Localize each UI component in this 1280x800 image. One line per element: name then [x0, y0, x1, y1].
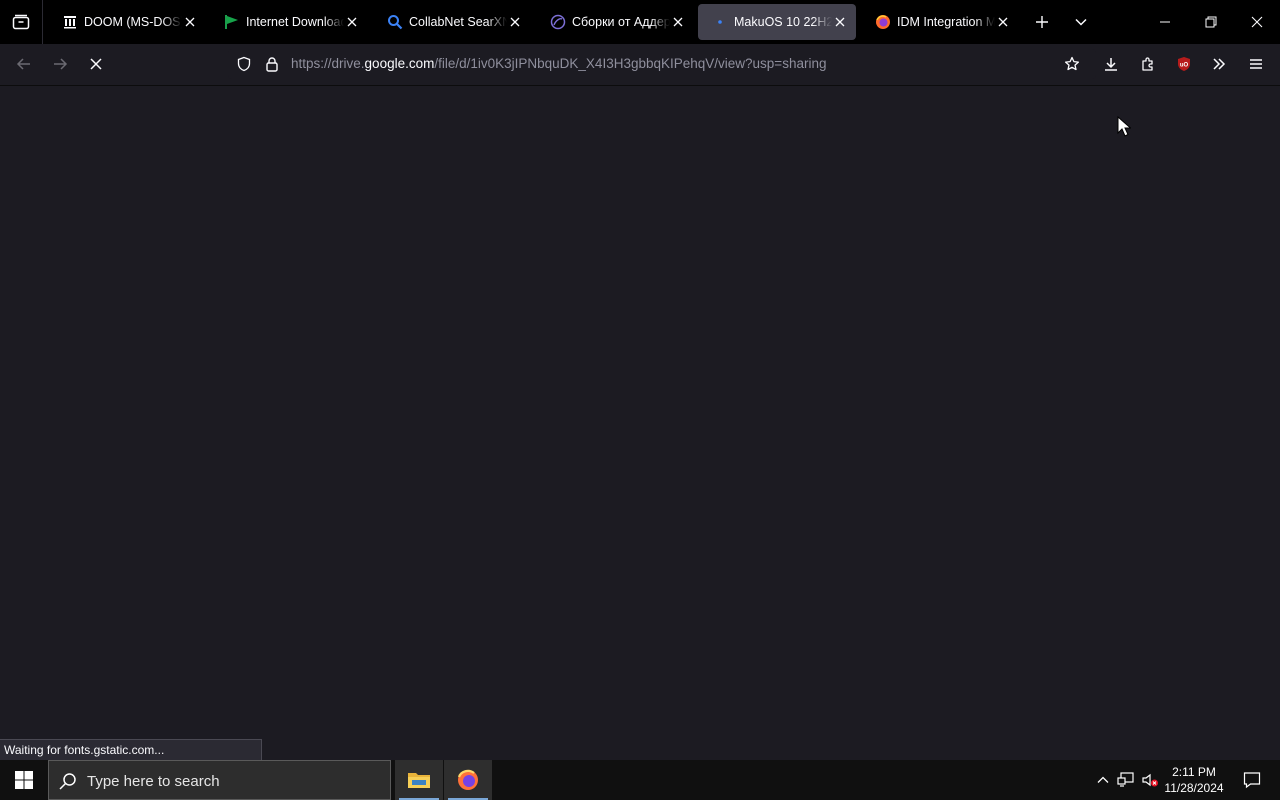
notification-speech-bubble-icon	[1243, 772, 1261, 789]
bookmark-star-icon[interactable]	[1064, 56, 1080, 72]
volume-muted-icon	[1142, 773, 1158, 787]
downloads-button[interactable]	[1095, 48, 1127, 80]
extensions-button[interactable]	[1132, 48, 1164, 80]
url-prefix: https://drive.	[291, 56, 365, 71]
application-menu-button[interactable]	[1240, 48, 1272, 80]
puzzle-piece-icon	[1142, 57, 1153, 71]
tab-doom[interactable]: DOOM (MS-DOS) :	[48, 4, 206, 40]
restore-button[interactable]	[1188, 0, 1234, 44]
tab-title: Сборки от Аддерли	[572, 15, 670, 29]
clock-date: 11/28/2024	[1164, 781, 1224, 795]
ublock-origin-button[interactable]: uO	[1168, 48, 1200, 80]
tab-title: MakuOS 10 22H2 V	[734, 15, 832, 29]
taskbar: 2:11 PM 11/28/2024	[0, 760, 1280, 800]
chevron-down-icon	[1075, 18, 1087, 26]
search-icon	[387, 14, 403, 30]
url-path: /file/d/1iv0K3jIPNbquDK_X4I3H3gbbqKIPehq…	[434, 56, 827, 71]
address-bar[interactable]: https://drive.google.com/file/d/1iv0K3jI…	[228, 49, 1096, 79]
archive-columns-icon	[62, 14, 78, 30]
windows-logo-icon	[15, 771, 33, 789]
page-content-area	[0, 86, 1280, 760]
tracking-protection-shield-icon[interactable]	[236, 56, 252, 72]
tab-title: Internet Download M	[246, 15, 344, 29]
more-tools-button[interactable]	[1203, 48, 1235, 80]
close-tab-icon[interactable]	[832, 14, 848, 30]
url-text[interactable]: https://drive.google.com/file/d/1iv0K3jI…	[291, 56, 826, 71]
mouse-cursor-icon	[1117, 116, 1131, 137]
firefox-view-icon	[12, 14, 30, 30]
svg-text:uO: uO	[1180, 63, 1189, 69]
forward-button[interactable]	[44, 48, 76, 80]
navigation-toolbar: https://drive.google.com/file/d/1iv0K3jI…	[0, 44, 1280, 86]
close-tab-icon[interactable]	[670, 14, 686, 30]
minimize-icon	[1160, 21, 1170, 23]
tab-idm-integration[interactable]: IDM Integration Mo	[861, 4, 1019, 40]
lock-icon[interactable]	[264, 56, 280, 72]
green-flag-icon	[224, 14, 240, 30]
file-explorer-taskbar-button[interactable]	[395, 760, 443, 800]
firefox-addon-icon	[875, 14, 891, 30]
tab-strip: DOOM (MS-DOS) : Internet Download M Coll…	[0, 0, 1280, 44]
tab-internet-download[interactable]: Internet Download M	[210, 4, 368, 40]
restore-icon	[1205, 16, 1217, 28]
close-tab-icon[interactable]	[507, 14, 523, 30]
search-icon	[59, 773, 76, 790]
url-host: google.com	[364, 56, 435, 71]
file-explorer-folder-icon	[408, 773, 430, 788]
show-hidden-icons-button[interactable]	[1093, 770, 1113, 790]
tab-title: DOOM (MS-DOS) :	[84, 15, 182, 29]
tab-makuos[interactable]: MakuOS 10 22H2 V	[698, 4, 856, 40]
firefox-taskbar-button[interactable]	[444, 760, 492, 800]
close-window-button[interactable]	[1234, 0, 1280, 44]
new-tab-button[interactable]	[1027, 0, 1057, 44]
minimize-button[interactable]	[1142, 0, 1188, 44]
volume-button[interactable]	[1140, 770, 1160, 790]
start-button[interactable]	[0, 760, 48, 800]
double-chevron-right-icon	[1213, 58, 1226, 70]
back-button[interactable]	[8, 48, 40, 80]
download-icon	[1105, 58, 1117, 71]
plus-icon	[1036, 16, 1048, 28]
stop-loading-button[interactable]	[80, 48, 112, 80]
tab-title: IDM Integration Mo	[897, 15, 995, 29]
firefox-icon	[457, 769, 478, 790]
close-tab-icon[interactable]	[182, 14, 198, 30]
taskbar-search-box[interactable]	[48, 760, 391, 800]
status-panel: Waiting for fonts.gstatic.com...	[0, 739, 262, 760]
arrow-left-icon	[16, 58, 30, 70]
close-tab-icon[interactable]	[995, 14, 1011, 30]
firefox-view-button[interactable]	[0, 0, 43, 44]
network-status-button[interactable]	[1116, 770, 1136, 790]
clock-time: 2:11 PM	[1172, 765, 1216, 779]
loading-dot-icon	[712, 14, 728, 30]
tab-adderley-builds[interactable]: Сборки от Аддерли	[536, 4, 694, 40]
chevron-up-icon	[1097, 776, 1109, 783]
ublock-shield-icon: uO	[1178, 57, 1190, 71]
close-tab-icon[interactable]	[344, 14, 360, 30]
list-all-tabs-button[interactable]	[1066, 0, 1096, 44]
action-center-button[interactable]	[1232, 760, 1272, 800]
tab-searxng[interactable]: CollabNet SearXNG	[373, 4, 531, 40]
hamburger-menu-icon	[1250, 59, 1262, 69]
system-clock[interactable]: 2:11 PM 11/28/2024	[1160, 764, 1228, 796]
arrow-right-icon	[54, 58, 68, 70]
purple-logo-icon	[550, 14, 566, 30]
network-icon	[1117, 772, 1134, 787]
close-icon	[90, 58, 102, 70]
close-icon	[1251, 16, 1263, 28]
taskbar-search-input[interactable]	[87, 770, 377, 792]
tab-title: CollabNet SearXNG	[409, 15, 507, 29]
